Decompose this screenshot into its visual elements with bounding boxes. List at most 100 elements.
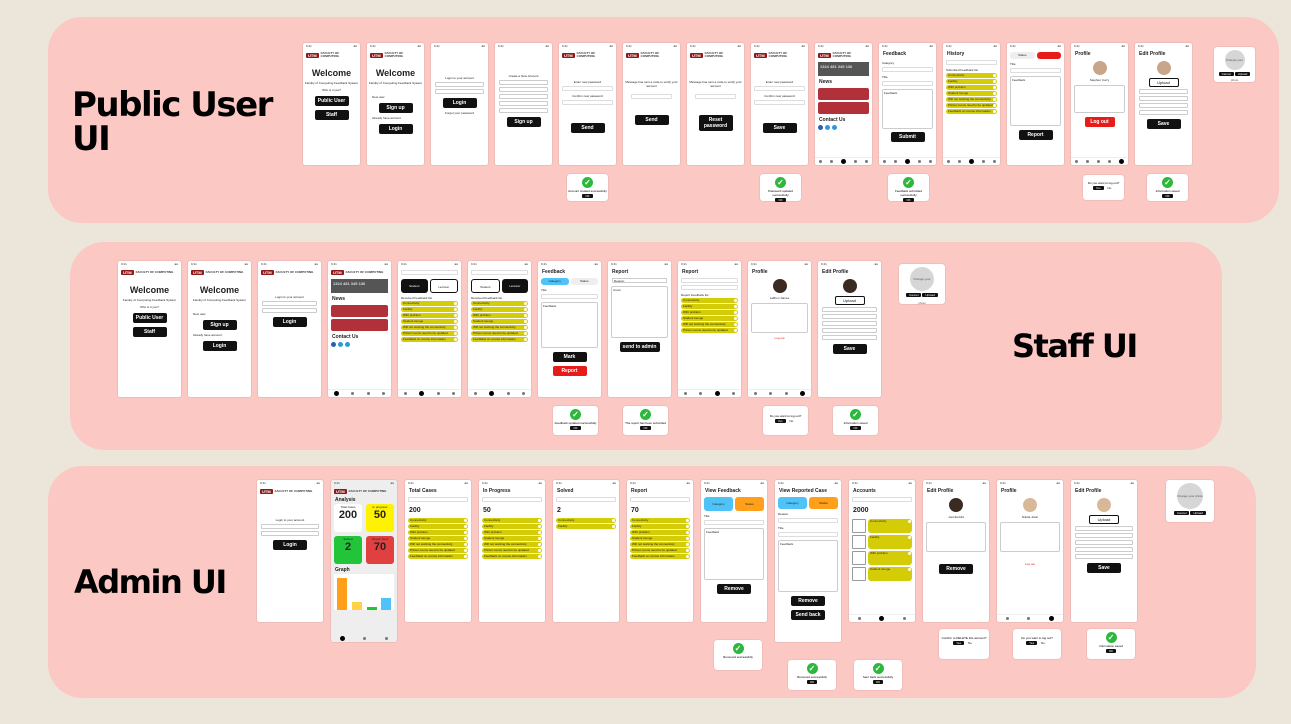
- photo-picker[interactable]: Change your photo: [1177, 483, 1203, 509]
- field[interactable]: [1075, 554, 1133, 559]
- photo-picker[interactable]: Change your photo: [910, 267, 934, 305]
- password-field[interactable]: [435, 89, 484, 94]
- list-item[interactable]: Connectivity: [630, 518, 690, 523]
- list-item[interactable]: Student lounge: [471, 319, 528, 324]
- verify-send-button[interactable]: Send: [634, 115, 669, 125]
- yes-button[interactable]: Yes: [1092, 186, 1104, 190]
- password-field[interactable]: [262, 308, 317, 313]
- list-item[interactable]: WiFi problem: [401, 313, 458, 318]
- send-button[interactable]: Send: [570, 123, 605, 133]
- field[interactable]: [822, 328, 877, 333]
- list-item[interactable]: Feedback on course information: [946, 109, 997, 114]
- list-item[interactable]: Student lounge: [482, 536, 542, 541]
- list-item[interactable]: Feedback on course information: [630, 554, 690, 559]
- upload-button[interactable]: Upload: [1190, 511, 1206, 515]
- list-item[interactable]: Connectivity: [401, 301, 458, 306]
- news-image[interactable]: [331, 305, 388, 317]
- send-to-admin-button[interactable]: send to admin: [619, 342, 660, 352]
- list-item[interactable]: Feedback on course information: [482, 554, 542, 559]
- mail-icon[interactable]: [345, 342, 350, 347]
- no-button[interactable]: No: [1104, 186, 1115, 190]
- list-item[interactable]: Facility: [482, 524, 542, 529]
- list-item[interactable]: Student lounge: [681, 316, 738, 321]
- avatar[interactable]: [1156, 61, 1171, 75]
- report-button[interactable]: Report: [552, 366, 587, 376]
- list-item[interactable]: Feedback on course information: [471, 337, 528, 342]
- news-image[interactable]: [331, 319, 388, 331]
- report-button[interactable]: Report: [1018, 130, 1053, 140]
- twitter-icon[interactable]: [825, 125, 830, 130]
- logout-link[interactable]: Log out: [748, 336, 811, 340]
- field[interactable]: [499, 94, 548, 99]
- upload-button[interactable]: Upload: [1234, 72, 1251, 76]
- list-item[interactable]: Feedback on course information: [408, 554, 468, 559]
- cancel-button[interactable]: Cancel: [906, 293, 922, 297]
- status-toggle[interactable]: Status: [735, 497, 764, 511]
- list-item[interactable]: WiFi problem: [471, 313, 528, 318]
- field[interactable]: [1075, 547, 1133, 552]
- list-item[interactable]: Facility: [681, 304, 738, 309]
- logout-link[interactable]: Log out: [997, 562, 1063, 566]
- send-back-button[interactable]: Send back: [791, 610, 825, 620]
- list-item[interactable]: WiFi problem: [946, 85, 997, 90]
- login-submit-button[interactable]: Login: [273, 540, 307, 550]
- list-item[interactable]: WiFi problem: [681, 310, 738, 315]
- cancel-button[interactable]: Cancel: [1174, 511, 1190, 515]
- avatar[interactable]: [842, 279, 857, 293]
- field[interactable]: [822, 307, 877, 312]
- list-item[interactable]: Student lounge: [630, 536, 690, 541]
- list-item[interactable]: Printer rooms need to be updated: [471, 331, 528, 336]
- login-submit-button[interactable]: Login: [272, 317, 307, 327]
- tab-lecturer[interactable]: Lecturer: [429, 279, 458, 293]
- no-button[interactable]: No: [964, 641, 975, 645]
- ok-button[interactable]: OK: [570, 426, 581, 430]
- status-toggle[interactable]: Status: [809, 497, 838, 509]
- account-item[interactable]: Student lounge: [868, 567, 912, 581]
- ok-button[interactable]: OK: [806, 680, 818, 684]
- remove-account-button[interactable]: Remove: [939, 564, 973, 574]
- list-item[interactable]: Student lounge: [401, 319, 458, 324]
- public-user-button[interactable]: Public User: [132, 313, 167, 323]
- no-button[interactable]: No: [1037, 641, 1048, 645]
- field[interactable]: [1139, 89, 1188, 94]
- field[interactable]: [1075, 533, 1133, 538]
- list-item[interactable]: Printer rooms need to be updated: [681, 328, 738, 333]
- list-item[interactable]: Wifi not working the connectivity: [471, 325, 528, 330]
- email-field[interactable]: [435, 82, 484, 87]
- email-field[interactable]: [261, 524, 319, 529]
- list-item[interactable]: Wifi not working the connectivity: [401, 325, 458, 330]
- field[interactable]: [822, 314, 877, 319]
- twitter-icon[interactable]: [338, 342, 343, 347]
- field[interactable]: [1075, 540, 1133, 545]
- mail-icon[interactable]: [832, 125, 837, 130]
- ok-button[interactable]: OK: [903, 198, 914, 202]
- list-item[interactable]: Connectivity: [946, 73, 997, 78]
- upload-button[interactable]: Upload: [834, 296, 865, 305]
- list-item[interactable]: Connectivity: [471, 301, 528, 306]
- cover-textarea[interactable]: Cover: [611, 286, 668, 338]
- list-item[interactable]: Connectivity: [482, 518, 542, 523]
- list-item[interactable]: Wifi not working the connectivity: [946, 97, 997, 102]
- news-image[interactable]: [818, 88, 869, 100]
- list-item[interactable]: Wifi not working the connectivity: [482, 542, 542, 547]
- solved-tile[interactable]: Solved 2: [334, 536, 362, 564]
- login-button[interactable]: Login: [202, 341, 237, 351]
- list-item[interactable]: Wifi not working the connectivity: [408, 542, 468, 547]
- ok-button[interactable]: OK: [850, 426, 861, 430]
- list-item[interactable]: Facility: [946, 79, 997, 84]
- tab-student[interactable]: Student: [471, 279, 500, 293]
- sign-up-button[interactable]: Sign up: [378, 103, 413, 113]
- upload-button[interactable]: Upload: [1148, 78, 1179, 87]
- no-button[interactable]: No: [786, 419, 797, 423]
- save-button[interactable]: Save: [832, 344, 867, 354]
- logout-button[interactable]: Log out: [1084, 117, 1115, 127]
- field[interactable]: [1075, 526, 1133, 531]
- list-item[interactable]: Printer rooms need to be updated: [401, 331, 458, 336]
- list-item[interactable]: Facility: [556, 524, 616, 529]
- password-field[interactable]: [261, 531, 319, 536]
- list-item[interactable]: WiFi problem: [630, 530, 690, 535]
- sign-up-button[interactable]: Sign up: [202, 320, 237, 330]
- field[interactable]: [822, 335, 877, 340]
- forgot-password-link[interactable]: Forgot your password: [431, 111, 488, 115]
- ok-button[interactable]: OK: [640, 426, 651, 430]
